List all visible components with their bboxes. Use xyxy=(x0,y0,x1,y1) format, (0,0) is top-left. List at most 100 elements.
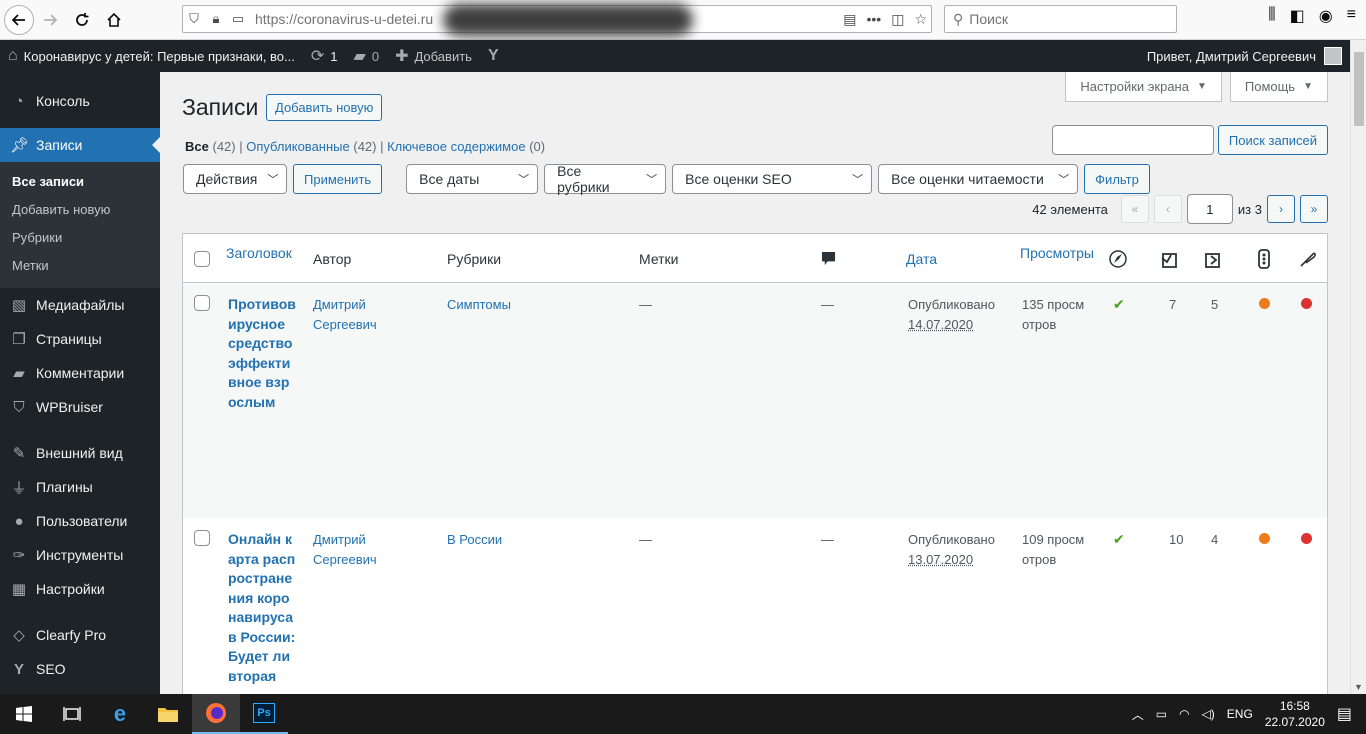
sidebar-item-label: Clearfy Pro xyxy=(36,627,106,643)
filter-button[interactable]: Фильтр xyxy=(1084,164,1150,194)
clock[interactable]: 16:58 22.07.2020 xyxy=(1265,698,1325,730)
language-indicator[interactable]: ENG xyxy=(1227,707,1253,721)
bookmark-star-icon[interactable]: ☆ xyxy=(914,11,927,28)
category-filter-select[interactable]: Все рубрики ﹀ xyxy=(544,164,666,194)
post-author-link[interactable]: Дмитрий Сергеевич xyxy=(313,530,403,569)
sidebar-toggle-icon[interactable]: ◧ xyxy=(1290,6,1305,26)
back-button[interactable] xyxy=(4,5,34,35)
view-cornerstone[interactable]: Ключевое содержимое xyxy=(387,139,525,154)
sidebar-item-plugins[interactable]: ⏚ Плагины xyxy=(0,470,160,504)
users-icon: ● xyxy=(10,513,28,530)
column-outgoing-links[interactable] xyxy=(1160,234,1180,283)
url-bar[interactable]: ⛉ 🔒︎ ▭ https://coronavirus-u-detei.ru ▤ … xyxy=(182,5,932,33)
task-view-button[interactable] xyxy=(48,694,96,734)
date-filter-select[interactable]: Все даты ﹀ xyxy=(406,164,538,194)
post-category-link[interactable]: Симптомы xyxy=(447,295,511,315)
sidebar-item-dashboard[interactable]: ◔ Консоль xyxy=(0,84,160,118)
column-incoming-links[interactable] xyxy=(1203,234,1223,283)
post-title-link[interactable]: Онлайн карта распространения коронавирус… xyxy=(228,530,296,686)
scroll-down-icon[interactable]: ▼ xyxy=(1354,682,1363,692)
my-account-link[interactable]: Привет, Дмитрий Сергеевич xyxy=(1147,40,1342,72)
row-checkbox[interactable] xyxy=(194,530,210,546)
post-author-link[interactable]: Дмитрий Сергеевич xyxy=(313,295,403,334)
new-content-link[interactable]: ✚ Добавить xyxy=(387,40,480,72)
clock-date: 22.07.2020 xyxy=(1265,714,1325,730)
sidebar-item-tools[interactable]: ✑ Инструменты xyxy=(0,538,160,572)
sidebar-item-settings[interactable]: ▦ Настройки xyxy=(0,572,160,606)
help-label: Помощь xyxy=(1245,79,1295,94)
menu-icon[interactable]: ≡ xyxy=(1347,6,1356,26)
current-page-input[interactable]: 1 xyxy=(1187,194,1233,224)
view-published[interactable]: Опубликованные xyxy=(246,139,350,154)
submenu-all-posts[interactable]: Все записи xyxy=(0,168,160,196)
first-page-button[interactable]: « xyxy=(1121,195,1149,223)
view-all[interactable]: Все xyxy=(185,139,209,154)
battery-icon[interactable]: ▭ xyxy=(1156,707,1167,721)
pocket-icon[interactable]: ◫ xyxy=(891,11,904,28)
post-title-link[interactable]: Противовирусное средство эффективное взр… xyxy=(228,295,296,412)
add-new-button[interactable]: Добавить новую xyxy=(266,94,382,121)
post-search-input[interactable] xyxy=(1052,125,1214,155)
firefox-app[interactable] xyxy=(192,694,240,734)
explorer-app[interactable] xyxy=(144,694,192,734)
sidebar-item-comments[interactable]: ▰ Комментарии xyxy=(0,356,160,390)
site-title: Коронавирус у детей: Первые признаки, во… xyxy=(24,49,295,64)
home-icon: ⌂ xyxy=(8,47,18,65)
sidebar-item-pages[interactable]: ❐ Страницы xyxy=(0,322,160,356)
prev-page-button[interactable]: ‹ xyxy=(1154,195,1182,223)
column-views[interactable]: Просмотры xyxy=(1020,234,1094,283)
yoast-menu[interactable]: Y xyxy=(480,40,513,72)
sidebar-item-appearance[interactable]: ✎ Внешний вид xyxy=(0,436,160,470)
updates-link[interactable]: ⟳ 1 xyxy=(303,40,346,72)
last-page-button[interactable]: » xyxy=(1300,195,1328,223)
reload-button[interactable] xyxy=(66,4,98,36)
column-seo[interactable] xyxy=(1108,234,1128,283)
volume-icon[interactable]: ◁) xyxy=(1202,707,1215,721)
site-name-link[interactable]: ⌂ Коронавирус у детей: Первые признаки, … xyxy=(0,40,303,72)
column-readability-score[interactable] xyxy=(1299,234,1317,283)
row-checkbox[interactable] xyxy=(194,295,210,311)
network-icon[interactable]: ◠ xyxy=(1179,707,1189,721)
post-category-link[interactable]: В России xyxy=(447,530,502,550)
column-comments[interactable] xyxy=(821,234,836,283)
scroll-thumb[interactable] xyxy=(1354,52,1364,126)
library-icon[interactable]: ⫼ xyxy=(1268,6,1275,26)
submenu-tags[interactable]: Метки xyxy=(0,252,160,280)
chevron-down-icon: ﹀ xyxy=(1058,171,1069,187)
screen-options-button[interactable]: Настройки экрана ▼ xyxy=(1065,72,1221,102)
notifications-icon[interactable]: ▤ xyxy=(1337,704,1352,724)
submenu-add-new[interactable]: Добавить новую xyxy=(0,196,160,224)
seo-filter-select[interactable]: Все оценки SEO ﹀ xyxy=(672,164,872,194)
bulk-action-select[interactable]: Действия ﹀ xyxy=(183,164,287,194)
browser-search-input[interactable]: ⚲ Поиск xyxy=(944,5,1177,33)
sidebar-item-media[interactable]: ▧ Медиафайлы xyxy=(0,288,160,322)
readability-filter-select[interactable]: Все оценки читаемости ﹀ xyxy=(878,164,1078,194)
start-button[interactable] xyxy=(0,694,48,734)
page-scrollbar[interactable]: ▼ xyxy=(1350,40,1366,694)
column-readability[interactable] xyxy=(1257,234,1271,283)
comments-link[interactable]: ▰ 0 xyxy=(346,40,388,72)
account-icon[interactable]: ◉ xyxy=(1319,6,1333,26)
sidebar-item-clearfy[interactable]: ◇ Clearfy Pro xyxy=(0,618,160,652)
more-actions-icon[interactable]: ••• xyxy=(866,11,881,27)
select-all-checkbox[interactable] xyxy=(194,251,210,267)
sidebar-item-seo[interactable]: Y SEO xyxy=(0,652,160,686)
view-filters: Все (42) | Опубликованные (42) | Ключево… xyxy=(185,139,545,154)
next-page-button[interactable]: › xyxy=(1267,195,1295,223)
apply-button[interactable]: Применить xyxy=(293,164,382,194)
submenu-categories[interactable]: Рубрики xyxy=(0,224,160,252)
help-button[interactable]: Помощь ▼ xyxy=(1230,72,1328,102)
column-date[interactable]: Дата xyxy=(906,234,937,283)
edge-app[interactable]: e xyxy=(96,694,144,734)
search-posts-button[interactable]: Поиск записей xyxy=(1218,125,1328,155)
reader-view-icon[interactable]: ▤ xyxy=(843,11,856,28)
sidebar-item-users[interactable]: ● Пользователи xyxy=(0,504,160,538)
column-title[interactable]: Заголовок xyxy=(226,234,292,283)
sidebar-item-posts[interactable]: 📌︎ Записи xyxy=(0,128,160,162)
chevron-up-icon[interactable]: ︿ xyxy=(1132,706,1144,723)
sidebar-item-wpbruiser[interactable]: ⛉ WPBruiser xyxy=(0,390,160,424)
forward-button[interactable] xyxy=(34,4,66,36)
home-button[interactable] xyxy=(98,4,130,36)
photoshop-app[interactable]: Ps xyxy=(240,694,288,734)
date-filter-value: Все даты xyxy=(419,171,479,187)
